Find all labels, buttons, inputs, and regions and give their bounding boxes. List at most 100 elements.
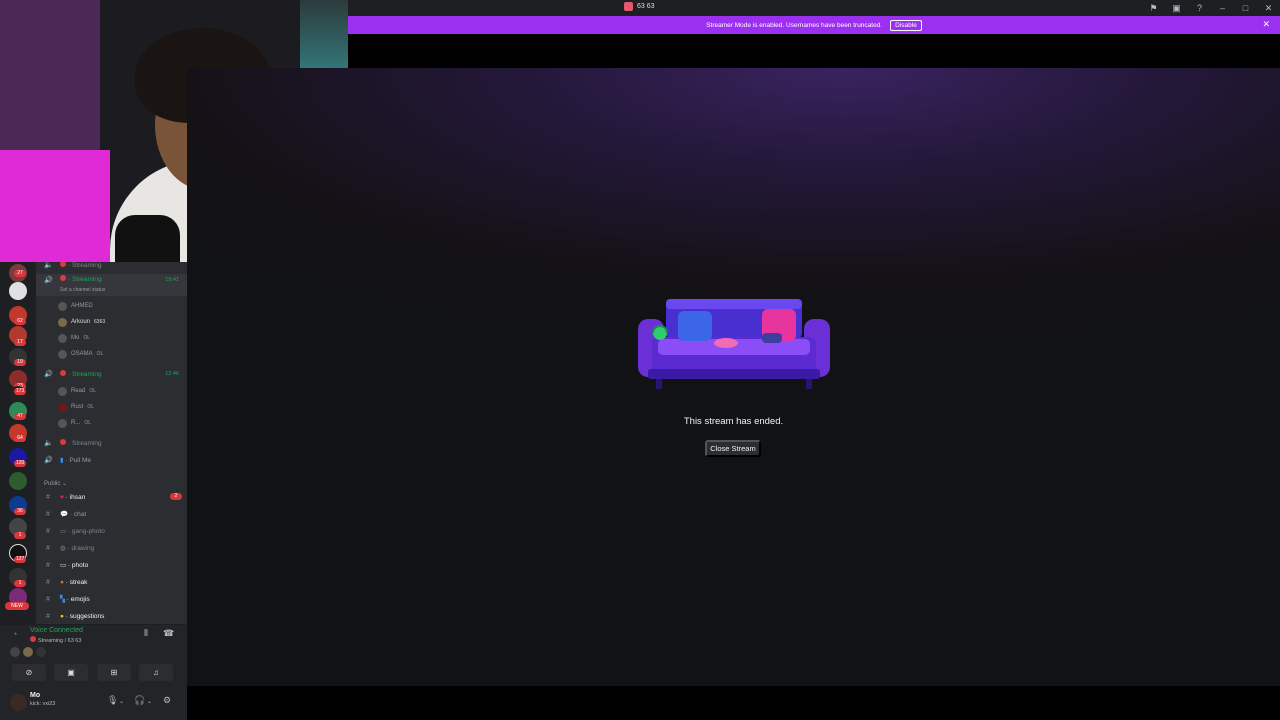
mention-badge: 173 [14,388,27,395]
speaker-icon: 🔊 [44,457,53,464]
mention-badge: 17 [14,339,26,346]
voice-channel[interactable]: 🔊 · Streaming 12:46 [36,367,187,381]
text-channel[interactable]: # ▚ · emojis [36,592,187,606]
text-channel[interactable]: # ● · streak [36,575,187,589]
soundboard-button[interactable]: ♫ [139,664,173,681]
server-icon [624,2,633,11]
voice-channel[interactable]: 🔈 · Streaming [36,436,187,450]
hash-icon: # [46,612,50,620]
server-rail: 27 62 17 19 23 173 47 64 120 36 1 127 1 … [0,262,36,624]
hash-icon: # [46,544,50,552]
username: Mo [30,692,41,699]
noise-suppression-icon[interactable]: ⦀ [144,628,148,639]
maximize-button[interactable]: □ [1234,0,1257,16]
mention-badge: 19 [14,359,26,366]
headphones-icon[interactable]: 🎧 [134,695,145,706]
voice-status-subtitle: Streaming / 63 63 [30,636,81,644]
text-channel[interactable]: # ▭ · photo [36,558,187,572]
hash-icon: # [46,510,50,518]
window-title: 63 63 [624,2,655,11]
mention-badge: 120 [14,460,27,467]
mention-badge: 47 [14,413,26,420]
voice-channel[interactable]: 🔊 · Streaming 19:41 Set a channel status [36,274,187,296]
disconnect-icon[interactable]: ☎ [163,628,174,639]
close-stream-button[interactable]: Close Stream [705,440,761,457]
stream-stage: This stream has ended. Close Stream [187,68,1280,686]
channel-list: 🔈 · Streaming 🔊 · Streaming 19:41 Set a … [36,262,187,624]
voice-duration: 12:46 [165,371,179,377]
text-channel[interactable]: # ● · suggestions [36,609,187,623]
discord-window: 63 63 ⚑ ▣ ? – □ ✕ Streamer Mode is enabl… [0,0,1280,720]
text-channel[interactable]: # ◍ · drawing [36,541,187,555]
channel-status[interactable]: Set a channel status [60,287,105,293]
help-icon[interactable]: ? [1188,0,1211,16]
unread-badge: 2 [170,493,182,500]
avatar [23,647,33,657]
stream-ended-message: This stream has ended. [683,416,784,427]
category-public[interactable]: Public ⌄ [44,480,67,487]
title-bar: 63 63 ⚑ ▣ ? – □ ✕ [348,0,1280,16]
mention-badge: 1 [14,532,26,539]
avatar [36,647,46,657]
banner-text: Streamer Mode is enabled. Usernames have… [706,21,883,29]
speaker-muted-icon: 🔈 [44,262,53,269]
flag-icon[interactable]: ⚑ [1142,0,1165,16]
voice-channel[interactable]: 🔈 · Streaming [36,262,187,272]
mention-badge: 27 [14,270,26,277]
voice-member[interactable]: Arkoun 6363 [58,316,105,328]
stage-header [348,34,1280,68]
text-channel[interactable]: # ▭ · gang-photo [36,524,187,538]
hash-icon: # [46,493,50,501]
server-icon[interactable] [9,472,27,490]
chevron-down-icon[interactable]: ⌄ [119,698,124,705]
voice-member[interactable]: Read OL [58,385,96,397]
speaker-icon: 🔊 [44,371,53,378]
close-icon[interactable]: ✕ [1262,19,1270,30]
voice-member[interactable]: AHMED [58,300,93,312]
close-window-button[interactable]: ✕ [1257,0,1280,16]
microphone-icon[interactable]: 🎙 [107,695,118,706]
mention-badge: 1 [14,580,26,587]
avatar [58,301,67,311]
couch-illustration [638,299,830,389]
voice-connected-panel: ◔ Voice Connected Streaming / 63 63 ⦀ ☎ … [0,624,187,686]
signal-icon[interactable]: ◔ [12,629,17,639]
text-channel[interactable]: # 💬 · chat [36,507,187,521]
voice-member[interactable]: R... OL [58,417,91,429]
disable-streamer-mode-button[interactable]: Disable [890,19,922,31]
avatar [58,402,67,412]
voice-member[interactable]: Mo OL [58,332,90,344]
camera-off-button[interactable]: ⊘ [12,664,46,681]
minimize-button[interactable]: – [1211,0,1234,16]
mention-badge: 36 [14,508,26,515]
voice-status-title[interactable]: Voice Connected [30,627,83,634]
streamer-mode-banner: Streamer Mode is enabled. Usernames have… [348,16,1280,34]
user-status: kick: vxi23 [30,701,56,707]
avatar [58,386,67,396]
avatar [58,349,67,359]
speaker-muted-icon: 🔈 [44,440,53,447]
server-icon[interactable] [9,282,27,300]
stage-footer [187,686,1280,720]
hash-icon: # [46,561,50,569]
avatar [58,317,67,327]
screen-share-button[interactable]: ▣ [54,664,88,681]
voice-member[interactable]: Rust OL [58,401,94,413]
voice-avatars [10,647,46,657]
inbox-icon[interactable]: ▣ [1165,0,1188,16]
gear-icon[interactable]: ⚙ [163,695,171,706]
activities-button[interactable]: ⊞ [97,664,131,681]
chevron-down-icon[interactable]: ⌄ [147,698,152,705]
voice-duration: 19:41 [165,277,179,283]
voice-channel[interactable]: 🔊 ▮ · Pull Me [36,453,187,467]
voice-member[interactable]: OSAMA OL [58,348,103,360]
avatar [10,647,20,657]
new-badge: NEW [5,602,29,610]
hash-icon: # [46,578,50,586]
avatar [58,418,67,428]
speaker-icon: 🔊 [44,277,53,284]
avatar[interactable] [10,694,27,711]
text-channel[interactable]: # ♥ · ihsan 2 [36,490,187,504]
avatar [58,333,67,343]
mention-badge: 127 [14,556,27,563]
